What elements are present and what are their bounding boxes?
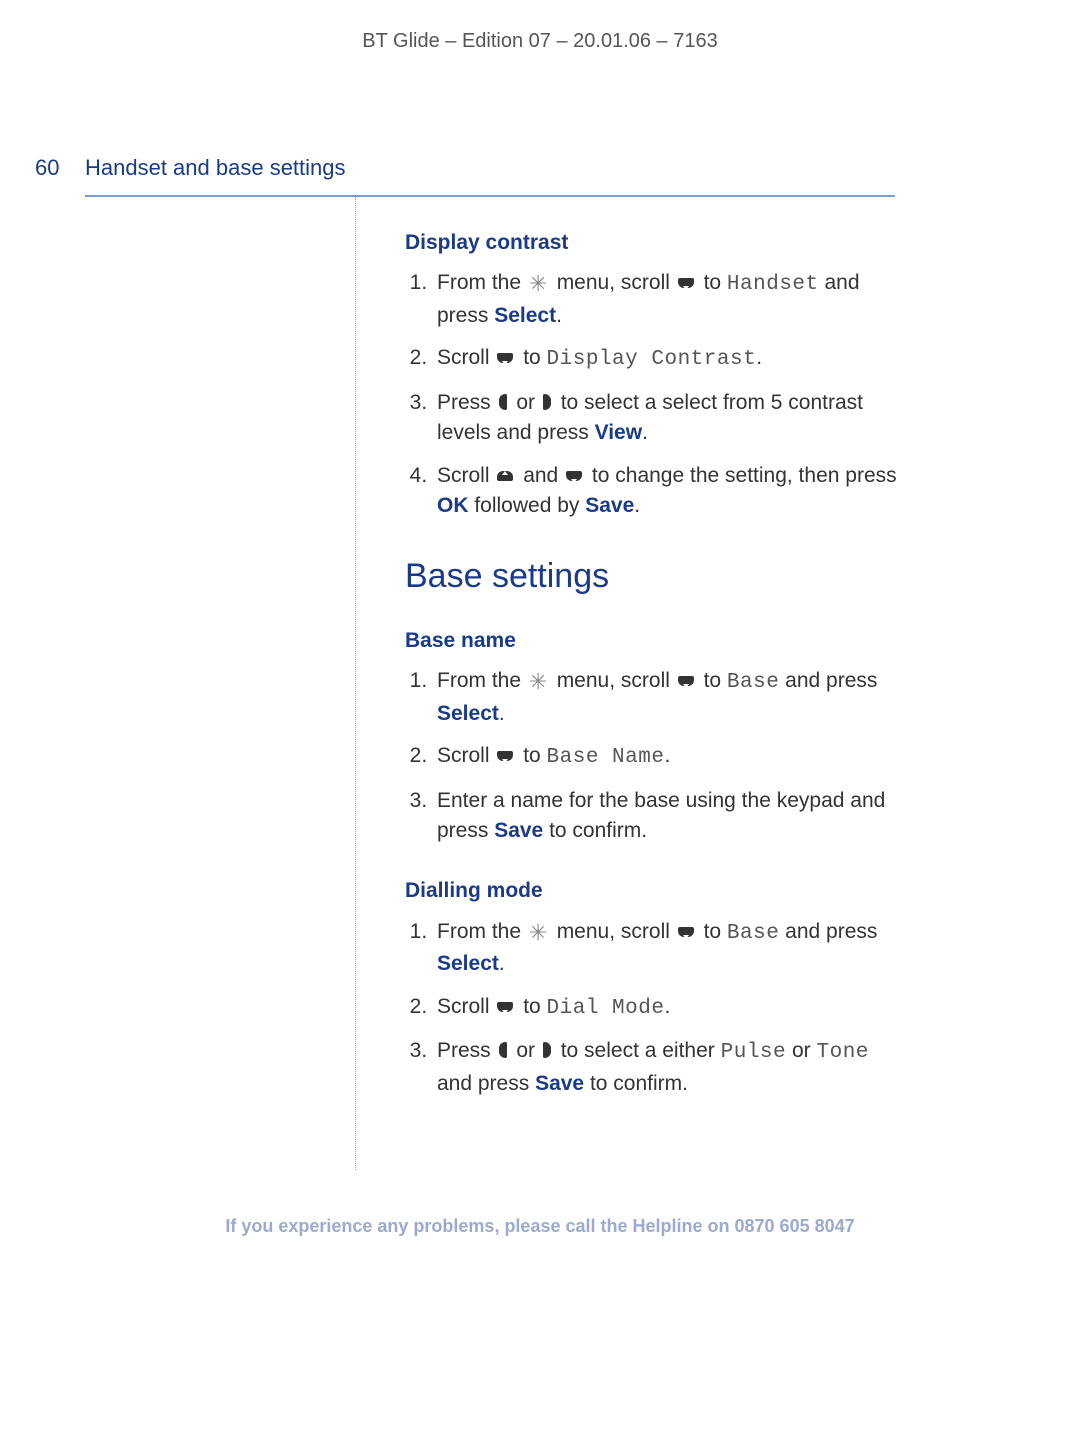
ui-term: Base <box>727 671 779 694</box>
text: Scroll <box>437 744 495 767</box>
ui-term: Dial Mode <box>547 997 665 1020</box>
step: Scroll to Dial Mode. <box>433 992 900 1024</box>
main-content: Display contrast From the menu, scroll t… <box>405 228 900 1129</box>
step: Scroll to Base Name. <box>433 741 900 773</box>
text: to <box>517 346 546 369</box>
text: to <box>698 271 727 294</box>
ui-term: Base Name <box>547 746 665 769</box>
text: . <box>634 494 640 517</box>
text: or <box>511 1039 541 1062</box>
text: to change the setting, then press <box>586 464 897 487</box>
heading-base-name: Base name <box>405 626 900 656</box>
steps-dialling-mode: From the menu, scroll to Base and press … <box>405 917 900 1099</box>
keyword: Select <box>437 702 499 725</box>
text: and press <box>779 669 877 692</box>
left-icon <box>499 394 509 412</box>
scroll-down-icon <box>497 1000 515 1014</box>
keyword: OK <box>437 494 469 517</box>
section-title: Handset and base settings <box>85 155 346 181</box>
keyword: Save <box>585 494 634 517</box>
text: From the <box>437 669 527 692</box>
scroll-up-icon <box>497 469 515 483</box>
text: . <box>642 421 648 444</box>
step: Press or to select a select from 5 contr… <box>433 388 900 449</box>
text: menu, scroll <box>551 271 676 294</box>
footer-phone: 0870 605 8047 <box>735 1216 855 1236</box>
scroll-down-icon <box>566 469 584 483</box>
scroll-down-icon <box>678 276 696 290</box>
text: From the <box>437 920 527 943</box>
menu-icon <box>529 274 549 292</box>
left-icon <box>499 1042 509 1060</box>
text: . <box>756 346 762 369</box>
ui-term: Pulse <box>721 1041 787 1064</box>
ui-term: Base <box>727 922 779 945</box>
step: Scroll and to change the setting, then p… <box>433 461 900 522</box>
text: and <box>517 464 564 487</box>
keyword: Select <box>437 952 499 975</box>
text: menu, scroll <box>551 669 676 692</box>
text: to <box>517 744 546 767</box>
vertical-rule <box>355 195 356 1170</box>
text: menu, scroll <box>551 920 676 943</box>
scroll-down-icon <box>678 925 696 939</box>
keyword: Save <box>494 819 543 842</box>
document-header: BT Glide – Edition 07 – 20.01.06 – 7163 <box>0 30 1080 53</box>
step: Press or to select a either Pulse or Ton… <box>433 1036 900 1099</box>
text: and press <box>437 1072 535 1095</box>
text: followed by <box>469 494 586 517</box>
step: From the menu, scroll to Base and press … <box>433 666 900 729</box>
right-icon <box>543 394 553 412</box>
step: From the menu, scroll to Base and press … <box>433 917 900 980</box>
scroll-down-icon <box>497 351 515 365</box>
ui-term: Tone <box>816 1041 868 1064</box>
text: . <box>664 995 670 1018</box>
heading-display-contrast: Display contrast <box>405 228 900 258</box>
horizontal-rule <box>85 195 895 197</box>
scroll-down-icon <box>497 749 515 763</box>
text: Scroll <box>437 346 495 369</box>
text: to confirm. <box>543 819 647 842</box>
text: . <box>664 744 670 767</box>
step: From the menu, scroll to Handset and pre… <box>433 268 900 331</box>
heading-base-settings: Base settings <box>405 552 900 601</box>
ui-term: Handset <box>727 273 819 296</box>
text: . <box>499 952 505 975</box>
text: Press <box>437 1039 497 1062</box>
text: . <box>499 702 505 725</box>
text: or <box>511 391 541 414</box>
heading-dialling-mode: Dialling mode <box>405 876 900 906</box>
ui-term: Display Contrast <box>547 348 757 371</box>
steps-base-name: From the menu, scroll to Base and press … <box>405 666 900 846</box>
text: to <box>698 920 727 943</box>
footer-helpline: If you experience any problems, please c… <box>0 1216 1080 1237</box>
text: and press <box>779 920 877 943</box>
menu-icon <box>529 923 549 941</box>
text: . <box>556 304 562 327</box>
right-icon <box>543 1042 553 1060</box>
steps-display-contrast: From the menu, scroll to Handset and pre… <box>405 268 900 521</box>
text: Press <box>437 391 497 414</box>
scroll-down-icon <box>678 674 696 688</box>
menu-icon <box>529 672 549 690</box>
footer-text: If you experience any problems, please c… <box>225 1216 734 1236</box>
text: From the <box>437 271 527 294</box>
keyword: Save <box>535 1072 584 1095</box>
text: or <box>786 1039 816 1062</box>
text: to select a either <box>555 1039 721 1062</box>
text: Scroll <box>437 995 495 1018</box>
step: Scroll to Display Contrast. <box>433 343 900 375</box>
text: Scroll <box>437 464 495 487</box>
text: to confirm. <box>584 1072 688 1095</box>
page-number: 60 <box>35 155 59 181</box>
keyword: Select <box>494 304 556 327</box>
keyword: View <box>595 421 642 444</box>
text: to <box>517 995 546 1018</box>
step: Enter a name for the base using the keyp… <box>433 786 900 847</box>
text: to <box>698 669 727 692</box>
